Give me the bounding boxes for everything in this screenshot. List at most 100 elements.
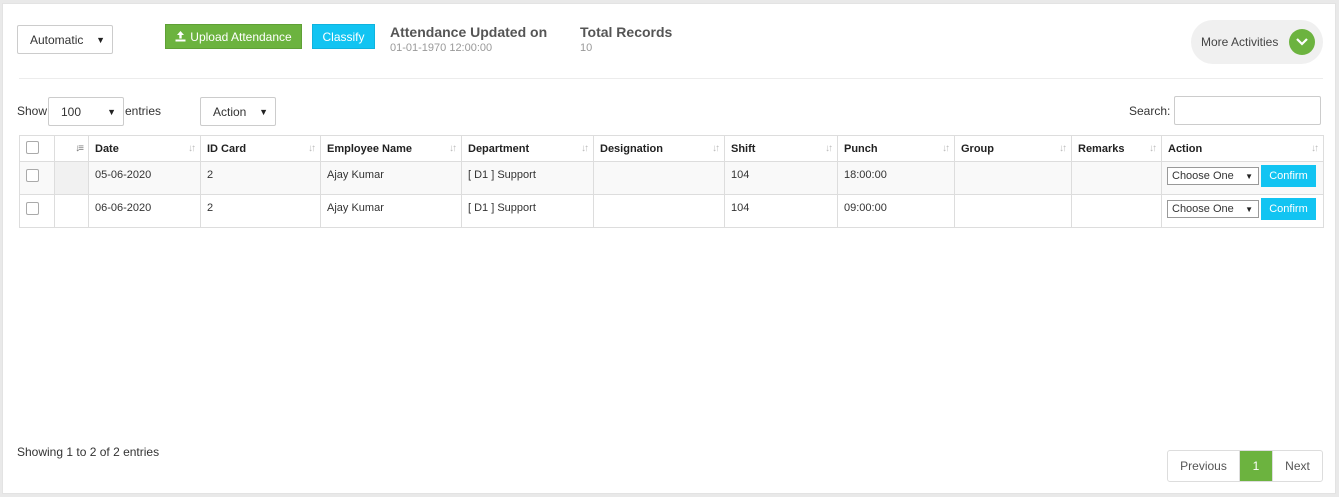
column-label: Department — [468, 142, 530, 155]
column-label: Designation — [600, 142, 663, 155]
sort-icon: ↓↑ — [712, 143, 720, 154]
entries-label: entries — [125, 104, 162, 118]
sort-icon: ↓↑ — [308, 143, 316, 154]
row-checkbox[interactable] — [26, 169, 39, 182]
cell-group — [954, 194, 1072, 228]
column-label: Remarks — [1078, 142, 1125, 155]
column-header-action[interactable]: Action ↓↑ — [1161, 135, 1324, 162]
table-header-row: ↓≡ Date ↓↑ ID Card ↓↑ Employee Name ↓↑ Depa… — [19, 135, 1324, 162]
sort-icon: ↓↑ — [1149, 143, 1157, 154]
upload-attendance-button[interactable]: Upload Attendance — [165, 24, 302, 49]
sort-desc-icon: ↓≡ — [75, 143, 84, 154]
search-input[interactable] — [1174, 96, 1321, 125]
mode-select[interactable]: Automatic ▼ — [17, 25, 113, 54]
table-row: 06-06-2020 2 Ajay Kumar [ D1 ] Support 1… — [19, 194, 1324, 228]
divider — [19, 78, 1323, 79]
cell-remarks — [1071, 161, 1162, 195]
total-records-title: Total Records — [580, 24, 673, 40]
next-page-button[interactable]: Next — [1272, 451, 1322, 481]
cell-shift: 104 — [724, 194, 838, 228]
search-label: Search: — [1129, 104, 1171, 118]
column-header-remarks[interactable]: Remarks ↓↑ — [1071, 135, 1162, 162]
classify-label: Classify — [322, 29, 365, 44]
cell-department: [ D1 ] Support — [461, 161, 594, 195]
column-label: Shift — [731, 142, 756, 155]
row-index-cell — [54, 194, 89, 228]
entries-length-value: 100 — [61, 104, 82, 119]
column-label: Action — [1168, 142, 1203, 155]
total-records-value: 10 — [580, 42, 593, 54]
cell-action: Choose One ▼ Confirm — [1161, 194, 1324, 228]
more-activities-label: More Activities — [1201, 35, 1279, 49]
sort-icon: ↓↑ — [1311, 143, 1319, 154]
cell-action: Choose One ▼ Confirm — [1161, 161, 1324, 195]
cell-designation — [593, 161, 725, 195]
row-select-cell — [19, 194, 55, 228]
bulk-action-select[interactable]: Action ▼ — [200, 97, 276, 126]
select-all-header[interactable] — [19, 135, 55, 162]
column-label: ID Card — [207, 142, 247, 155]
row-checkbox[interactable] — [26, 202, 39, 215]
total-records-block: Total Records 10 — [580, 24, 672, 54]
cell-shift: 104 — [724, 161, 838, 195]
action-choose-value: Choose One — [1172, 170, 1234, 182]
cell-employee-name: Ajay Kumar — [320, 194, 462, 228]
cell-id-card: 2 — [200, 161, 321, 195]
cell-punch: 09:00:00 — [837, 194, 955, 228]
caret-down-icon: ▼ — [259, 106, 268, 117]
table-row: 05-06-2020 2 Ajay Kumar [ D1 ] Support 1… — [19, 161, 1324, 195]
column-header-employee-name[interactable]: Employee Name ↓↑ — [320, 135, 462, 162]
confirm-button[interactable]: Confirm — [1261, 165, 1316, 187]
attendance-updated-block: Attendance Updated on 01-01-1970 12:00:0… — [390, 24, 547, 54]
attendance-updated-value: 01-01-1970 12:00:00 — [390, 42, 493, 54]
column-header-department[interactable]: Department ↓↑ — [461, 135, 594, 162]
column-label: Employee Name — [327, 142, 412, 155]
cell-department: [ D1 ] Support — [461, 194, 594, 228]
caret-down-icon: ▼ — [107, 106, 116, 117]
sort-icon: ↓↑ — [942, 143, 950, 154]
sort-icon: ↓↑ — [1059, 143, 1067, 154]
action-choose-select[interactable]: Choose One ▼ — [1167, 167, 1259, 185]
column-label: Group — [961, 142, 994, 155]
column-header-id-card[interactable]: ID Card ↓↑ — [200, 135, 321, 162]
previous-page-button[interactable]: Previous — [1168, 451, 1240, 481]
action-choose-select[interactable]: Choose One ▼ — [1167, 200, 1259, 218]
mode-select-value: Automatic — [30, 32, 84, 47]
attendance-table: ↓≡ Date ↓↑ ID Card ↓↑ Employee Name ↓↑ Depa… — [19, 135, 1324, 228]
attendance-panel: Automatic ▼ Upload Attendance Classify A… — [2, 3, 1336, 494]
cell-punch: 18:00:00 — [837, 161, 955, 195]
row-select-cell — [19, 161, 55, 195]
upload-icon — [175, 31, 186, 42]
column-header-group[interactable]: Group ↓↑ — [954, 135, 1072, 162]
cell-remarks — [1071, 194, 1162, 228]
sort-icon: ↓↑ — [581, 143, 589, 154]
cell-designation — [593, 194, 725, 228]
chevron-down-icon — [1289, 29, 1315, 55]
cell-employee-name: Ajay Kumar — [320, 161, 462, 195]
entries-length-select[interactable]: 100 ▼ — [48, 97, 124, 126]
caret-down-icon: ▼ — [96, 34, 105, 45]
upload-attendance-label: Upload Attendance — [190, 29, 292, 44]
more-activities-button[interactable]: More Activities — [1191, 20, 1323, 64]
cell-id-card: 2 — [200, 194, 321, 228]
page-1-button[interactable]: 1 — [1240, 451, 1272, 481]
sort-icon: ↓↑ — [449, 143, 457, 154]
row-index-cell — [54, 161, 89, 195]
column-label: Punch — [844, 142, 878, 155]
column-header-punch[interactable]: Punch ↓↑ — [837, 135, 955, 162]
column-header-shift[interactable]: Shift ↓↑ — [724, 135, 838, 162]
bulk-action-value: Action — [213, 104, 247, 119]
action-choose-value: Choose One — [1172, 203, 1234, 215]
classify-button[interactable]: Classify — [312, 24, 375, 49]
row-sort-header[interactable]: ↓≡ — [54, 135, 89, 162]
caret-down-icon: ▼ — [1245, 204, 1253, 214]
cell-date: 06-06-2020 — [88, 194, 201, 228]
column-header-date[interactable]: Date ↓↑ — [88, 135, 201, 162]
column-header-designation[interactable]: Designation ↓↑ — [593, 135, 725, 162]
sort-icon: ↓↑ — [188, 143, 196, 154]
show-label: Show — [17, 104, 48, 118]
select-all-checkbox[interactable] — [26, 140, 39, 154]
caret-down-icon: ▼ — [1245, 171, 1253, 181]
pagination: Previous 1 Next — [1167, 450, 1323, 482]
confirm-button[interactable]: Confirm — [1261, 198, 1316, 220]
